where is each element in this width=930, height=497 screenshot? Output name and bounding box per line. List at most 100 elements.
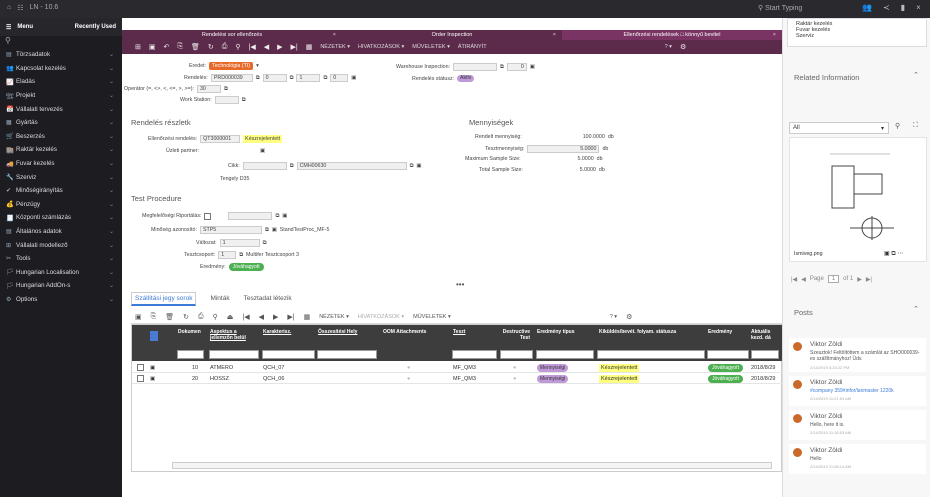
expand-icon[interactable]: ⛶ <box>913 122 918 130</box>
save-icon[interactable]: ▣ <box>149 43 156 51</box>
new-icon[interactable]: ⊞ <box>135 43 141 51</box>
sidebar-item[interactable]: ▤ Törzsadatok ⌄ <box>0 48 122 62</box>
print-icon[interactable]: ⎙ <box>222 43 228 51</box>
column-header[interactable]: Aspektus a jellemzőn belül <box>210 329 260 341</box>
last-icon[interactable]: ▶| <box>290 43 297 51</box>
help-menu[interactable]: ? ▾ <box>610 314 617 320</box>
sidebar-item[interactable]: 📈 Eladás ⌄ <box>0 75 122 89</box>
chevron-up-icon[interactable]: ⌃ <box>913 305 919 313</box>
undo-icon[interactable]: ↶ <box>164 43 170 51</box>
horizontal-scrollbar[interactable] <box>172 462 772 469</box>
column-header[interactable]: Összesítési Hely <box>318 329 357 335</box>
report-checkbox[interactable] <box>204 212 212 220</box>
filter-input[interactable] <box>536 350 594 359</box>
details-icon[interactable]: ▣ <box>416 163 421 169</box>
prev-icon[interactable]: ◀ <box>259 313 264 321</box>
qty-test-input[interactable]: 5.0000 <box>527 145 600 153</box>
file-name[interactable]: Ismiveg.png <box>794 251 823 257</box>
rendeles-input-2[interactable]: 0 <box>262 74 287 82</box>
select-all-icon[interactable] <box>150 331 158 341</box>
lookup-icon[interactable]: ⧉ <box>290 163 294 170</box>
recently-used-label[interactable]: Recently Used <box>75 24 116 30</box>
sidebar-item[interactable]: 💰 Pénzügy ⌄ <box>0 198 122 212</box>
sidebar-item[interactable]: ▤ Általános adatok ⌄ <box>0 225 122 239</box>
help-menu[interactable]: ? ▾ <box>665 44 672 50</box>
lookup-icon[interactable]: ⧉ <box>263 240 267 247</box>
apps-icon[interactable]: ☷ <box>17 4 23 12</box>
tab-test-data[interactable]: Tesztadat létezik <box>244 292 292 306</box>
lookup-icon[interactable]: ⧉ <box>224 86 228 93</box>
sidebar-item[interactable]: 🏬 Raktár kezelés ⌄ <box>0 143 122 157</box>
search-input[interactable]: Start Typing <box>765 5 802 12</box>
copy-icon[interactable]: ⎘ <box>177 43 183 51</box>
first-icon[interactable]: |◀ <box>242 313 249 321</box>
tesztcsoport-input[interactable]: 1 <box>218 251 237 259</box>
filter-input[interactable] <box>597 350 705 359</box>
sidebar-item[interactable]: ✂ Tools ⌄ <box>0 252 122 266</box>
sidebar-item[interactable]: 🛒 Beszerzés ⌄ <box>0 130 122 144</box>
cikk-input[interactable]: CMH00630 <box>296 162 407 170</box>
grid-icon[interactable]: ▦ <box>306 43 313 51</box>
lookup-icon[interactable]: ⧉ <box>242 97 246 104</box>
last-page-icon[interactable]: ▶| <box>866 276 872 283</box>
eredet-select[interactable]: Technológia (TI) <box>209 62 254 70</box>
post[interactable]: Viktor Zöldi #company 359#infor/lanmaster… <box>789 376 926 406</box>
table-row[interactable]: ▣ 10 ATMERO QCH_07 ● MF_QM3 ● Mennyiségi Készrej… <box>132 363 783 373</box>
filter-input[interactable] <box>707 350 749 359</box>
details-icon[interactable]: ▣ <box>282 213 287 219</box>
column-header[interactable]: Dokumen <box>178 329 201 335</box>
sidebar-item[interactable]: 🚚 Fuvar kezelés ⌄ <box>0 157 122 171</box>
rendeles-input-4[interactable]: 0 <box>330 74 349 82</box>
post[interactable]: Viktor Zöldi Hello, here it is. 2/14/2019 … <box>789 410 926 440</box>
menu-label[interactable]: Menu <box>17 24 33 30</box>
column-header[interactable]: Destructive Test <box>500 329 530 341</box>
chevron-down-icon[interactable]: ▾ <box>256 63 259 69</box>
file-icons[interactable]: ▣ ⧉ ⋯ <box>884 250 903 258</box>
dropdown-item[interactable]: Szerviz <box>796 33 918 39</box>
details-icon[interactable]: ▣ <box>530 64 535 70</box>
details-icon[interactable]: ▣ <box>351 75 356 81</box>
sidebar-search-icon[interactable]: ⚲ <box>0 36 122 48</box>
home-icon[interactable]: ⌂ <box>7 4 11 12</box>
sidebar-item[interactable]: ✔ Minőségirányítás ⌄ <box>0 184 122 198</box>
global-search[interactable]: ⚲ Start Typing <box>758 4 853 15</box>
actions-menu[interactable]: MŰVELETEK ▾ <box>413 314 451 320</box>
delete-icon[interactable]: 🗑 <box>165 313 174 321</box>
column-header[interactable]: Eredmény <box>708 329 732 335</box>
print-icon[interactable]: ⎙ <box>198 313 204 321</box>
first-page-icon[interactable]: |◀ <box>791 276 797 283</box>
refresh-icon[interactable]: ↻ <box>183 313 189 321</box>
sidebar-item[interactable]: 🏗 Projekt ⌄ <box>0 89 122 103</box>
last-icon[interactable]: ▶| <box>287 313 294 321</box>
filter-input[interactable] <box>177 350 204 359</box>
chevron-up-icon[interactable]: ⌃ <box>913 71 919 79</box>
sidebar-item[interactable]: 🏳 Hungarian AddOn-s ⌄ <box>0 279 122 293</box>
sidebar-item[interactable]: 🔧 Szerviz ⌄ <box>0 170 122 184</box>
workstation-input[interactable] <box>214 96 239 104</box>
details-icon[interactable]: ▣ <box>150 375 155 383</box>
column-header[interactable]: OOM Attachments <box>383 329 426 335</box>
tab-inspection-entry[interactable]: Ellenőrzési rendelések □ könnyű bevitel × <box>562 30 782 40</box>
copy-icon[interactable]: ⎘ <box>151 313 157 321</box>
table-row[interactable]: ▣ 20 HOSSZ QCH_06 ● MF_QM3 ● Mennyiségi Készreje… <box>132 374 783 384</box>
sidebar-item[interactable]: 🧾 Központi számlázás ⌄ <box>0 211 122 225</box>
operator-input[interactable]: 30 <box>196 85 221 93</box>
next-icon[interactable]: ▶ <box>273 313 278 321</box>
column-header[interactable]: Teszt <box>453 329 465 335</box>
filter-icon[interactable]: ⏏ <box>227 313 234 321</box>
attachment-icon[interactable]: ● <box>407 375 410 383</box>
references-menu[interactable]: HIVATKOZÁSOK ▾ <box>358 44 404 50</box>
column-header[interactable]: Karakterisz. <box>263 329 291 335</box>
menu-icon[interactable]: ☰ <box>6 24 11 31</box>
cikk-project-input[interactable] <box>242 162 287 170</box>
close-icon[interactable]: × <box>333 30 336 40</box>
route-menu[interactable]: ÁTIRÁNYÍT <box>458 44 487 50</box>
first-icon[interactable]: |◀ <box>249 43 256 51</box>
close-icon[interactable]: × <box>773 30 776 40</box>
attachment-icon[interactable]: ● <box>407 364 410 372</box>
sidebar-item[interactable]: 🏳 Hungarian Localisation ⌄ <box>0 266 122 280</box>
filter-select[interactable]: All ▾ <box>789 122 889 134</box>
filter-input[interactable] <box>262 350 315 359</box>
lookup-icon[interactable]: ⧉ <box>290 75 294 82</box>
post[interactable]: Viktor Zöldi Hello 2/14/2019 11:08:14 AM <box>789 444 926 474</box>
